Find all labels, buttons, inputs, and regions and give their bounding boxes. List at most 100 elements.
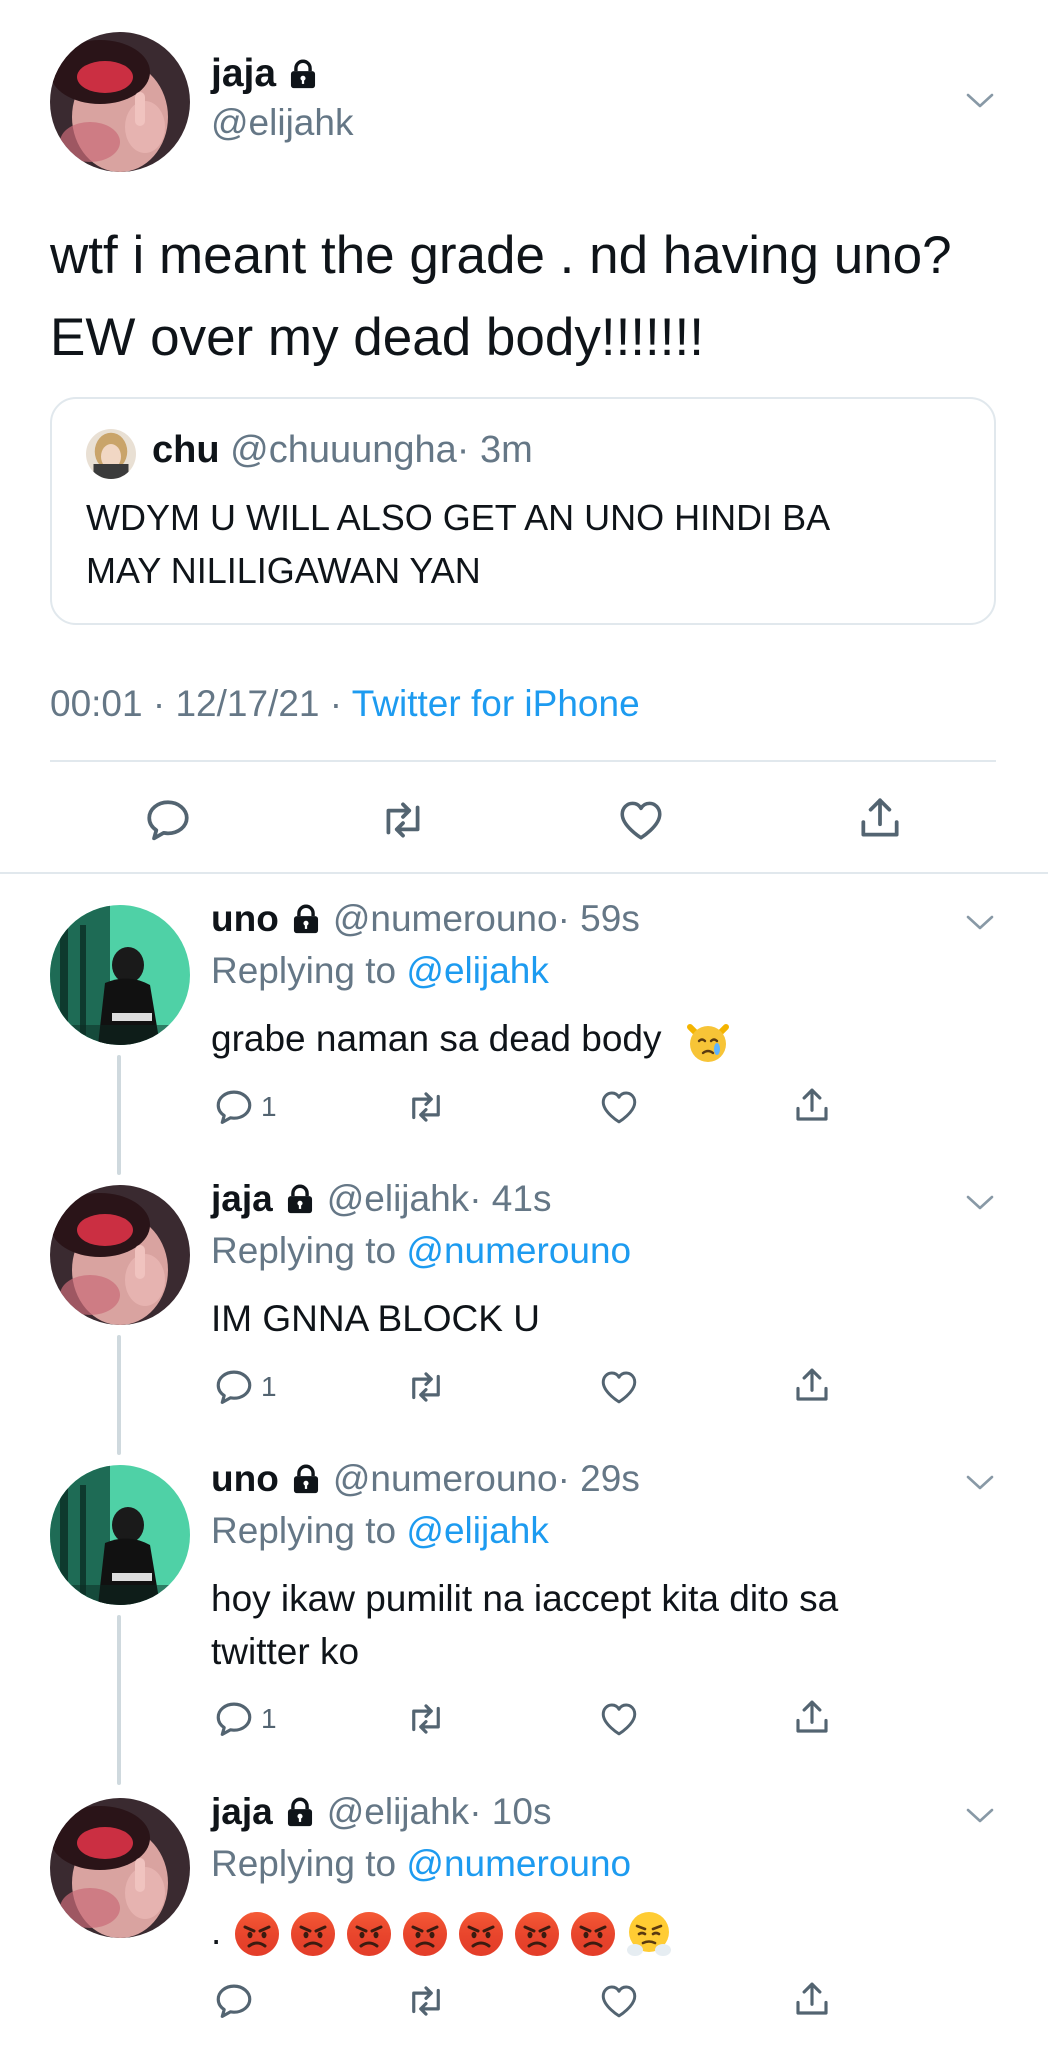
share-button[interactable] bbox=[791, 1364, 833, 1406]
reply-button[interactable]: 1 bbox=[213, 1086, 277, 1128]
author-name[interactable]: uno bbox=[211, 1458, 279, 1500]
like-button[interactable] bbox=[598, 1086, 640, 1128]
retweet-icon bbox=[405, 1366, 447, 1408]
reply-text: grabe naman sa dead body bbox=[211, 1018, 662, 1059]
retweet-button[interactable] bbox=[405, 1086, 447, 1128]
replying-to-label: Replying to bbox=[211, 1510, 397, 1551]
author-name[interactable]: uno bbox=[211, 898, 279, 940]
quoted-time: · 3m bbox=[456, 429, 533, 471]
replying-to-link[interactable]: @numerouno bbox=[406, 1843, 631, 1884]
angry-face-emoji bbox=[345, 1910, 393, 1958]
thread-line bbox=[117, 1335, 121, 1455]
like-button[interactable] bbox=[598, 1980, 640, 2022]
thread-line bbox=[117, 1615, 121, 1785]
replying-to-label: Replying to bbox=[211, 950, 397, 991]
angry-face-emoji bbox=[289, 1910, 337, 1958]
lock-icon bbox=[286, 56, 320, 92]
reply-text: . bbox=[211, 1911, 222, 1952]
chevron-down-icon[interactable] bbox=[965, 1472, 995, 1492]
author-name[interactable]: jaja bbox=[211, 52, 276, 96]
author-handle[interactable]: @elijahk bbox=[327, 1791, 469, 1832]
like-button[interactable] bbox=[598, 1698, 640, 1740]
share-icon bbox=[855, 793, 905, 843]
author-handle[interactable]: @elijahk bbox=[327, 1178, 469, 1219]
replying-to-link[interactable]: @elijahk bbox=[406, 950, 548, 991]
quoted-text-line: MAY NILILIGAWAN YAN bbox=[86, 550, 481, 591]
section-divider bbox=[0, 872, 1048, 874]
like-button[interactable] bbox=[616, 795, 666, 845]
retweet-button[interactable] bbox=[405, 1980, 447, 2022]
tweet-client-link[interactable]: Twitter for iPhone bbox=[352, 683, 640, 724]
share-button[interactable] bbox=[791, 1084, 833, 1126]
reply-button[interactable] bbox=[143, 795, 193, 845]
divider bbox=[50, 760, 996, 762]
angry-face-emoji bbox=[457, 1910, 505, 1958]
angry-face-emoji bbox=[401, 1910, 449, 1958]
author-name[interactable]: jaja bbox=[211, 1178, 273, 1220]
share-button[interactable] bbox=[791, 1696, 833, 1738]
share-button[interactable] bbox=[791, 1978, 833, 2020]
tweet-timestamp: 00:01 · 12/17/21 · bbox=[50, 683, 343, 724]
replying-to-label: Replying to bbox=[211, 1843, 397, 1884]
replying-to-link[interactable]: @elijahk bbox=[406, 1510, 548, 1551]
chevron-down-icon[interactable] bbox=[965, 1805, 995, 1825]
lock-icon bbox=[283, 1794, 317, 1830]
reply-text: hoy ikaw pumilit na iaccept kita dito sa… bbox=[211, 1572, 838, 1678]
author-handle[interactable]: @numerouno bbox=[333, 898, 558, 939]
lock-icon bbox=[289, 1461, 323, 1497]
reply-icon bbox=[143, 795, 193, 845]
retweet-icon bbox=[405, 1980, 447, 2022]
quoted-text: WDYM U WILL ALSO GET AN UNO HINDI BA MAY… bbox=[86, 491, 830, 597]
reply-count: 1 bbox=[261, 1371, 277, 1402]
tweet-text: wtf i meant the grade . nd having uno? E… bbox=[50, 215, 952, 379]
share-icon bbox=[791, 1696, 833, 1738]
replying-to-link[interactable]: @numerouno bbox=[406, 1230, 631, 1271]
quoted-author-name: chu bbox=[152, 429, 220, 471]
like-icon bbox=[598, 1980, 640, 2022]
quoted-text-line: WDYM U WILL ALSO GET AN UNO HINDI BA bbox=[86, 497, 831, 538]
avatar[interactable] bbox=[50, 32, 190, 172]
like-button[interactable] bbox=[598, 1366, 640, 1408]
avatar[interactable] bbox=[50, 1798, 190, 1938]
retweet-button[interactable] bbox=[405, 1366, 447, 1408]
retweet-button[interactable] bbox=[378, 795, 428, 845]
crying-cat-emoji bbox=[684, 1017, 732, 1065]
angry-face-emoji bbox=[569, 1910, 617, 1958]
reply-time: · 10s bbox=[469, 1791, 552, 1832]
chevron-down-icon[interactable] bbox=[965, 90, 995, 110]
quoted-tweet[interactable]: chu @chuuungha· 3m WDYM U WILL ALSO GET … bbox=[50, 397, 996, 625]
avatar[interactable] bbox=[50, 1185, 190, 1325]
retweet-icon bbox=[405, 1698, 447, 1740]
share-button[interactable] bbox=[855, 793, 905, 843]
retweet-icon bbox=[405, 1086, 447, 1128]
angry-face-emoji bbox=[513, 1910, 561, 1958]
lock-icon bbox=[289, 901, 323, 937]
retweet-icon bbox=[378, 795, 428, 845]
avatar[interactable] bbox=[50, 905, 190, 1045]
reply-icon bbox=[213, 1366, 255, 1408]
reply-icon bbox=[213, 1698, 255, 1740]
reply-button[interactable]: 1 bbox=[213, 1366, 277, 1408]
reply-count: 1 bbox=[261, 1091, 277, 1122]
chevron-down-icon[interactable] bbox=[965, 912, 995, 932]
chevron-down-icon[interactable] bbox=[965, 1192, 995, 1212]
reply-emoji-row: . bbox=[211, 1905, 681, 1958]
reply-button[interactable]: 1 bbox=[213, 1698, 277, 1740]
angry-face-emoji bbox=[233, 1910, 281, 1958]
reply-time: · 29s bbox=[557, 1458, 640, 1499]
retweet-button[interactable] bbox=[405, 1698, 447, 1740]
like-icon bbox=[616, 795, 666, 845]
reply-text: IM GNNA BLOCK U bbox=[211, 1298, 540, 1339]
reply-text-line: twitter ko bbox=[211, 1631, 360, 1672]
reply-text-line: hoy ikaw pumilit na iaccept kita dito sa bbox=[211, 1578, 839, 1619]
reply-button[interactable] bbox=[213, 1980, 255, 2022]
quoted-author-handle: @chuuungha bbox=[230, 429, 457, 471]
quoted-avatar bbox=[86, 429, 136, 479]
tweet-text-line: EW over my dead body!!!!!!! bbox=[50, 308, 704, 367]
tweet-text-line: wtf i meant the grade . nd having uno? bbox=[50, 226, 952, 285]
author-handle[interactable]: @numerouno bbox=[333, 1458, 558, 1499]
thread-line bbox=[117, 1055, 121, 1175]
author-name[interactable]: jaja bbox=[211, 1791, 273, 1833]
avatar[interactable] bbox=[50, 1465, 190, 1605]
author-handle[interactable]: @elijahk bbox=[211, 102, 353, 144]
